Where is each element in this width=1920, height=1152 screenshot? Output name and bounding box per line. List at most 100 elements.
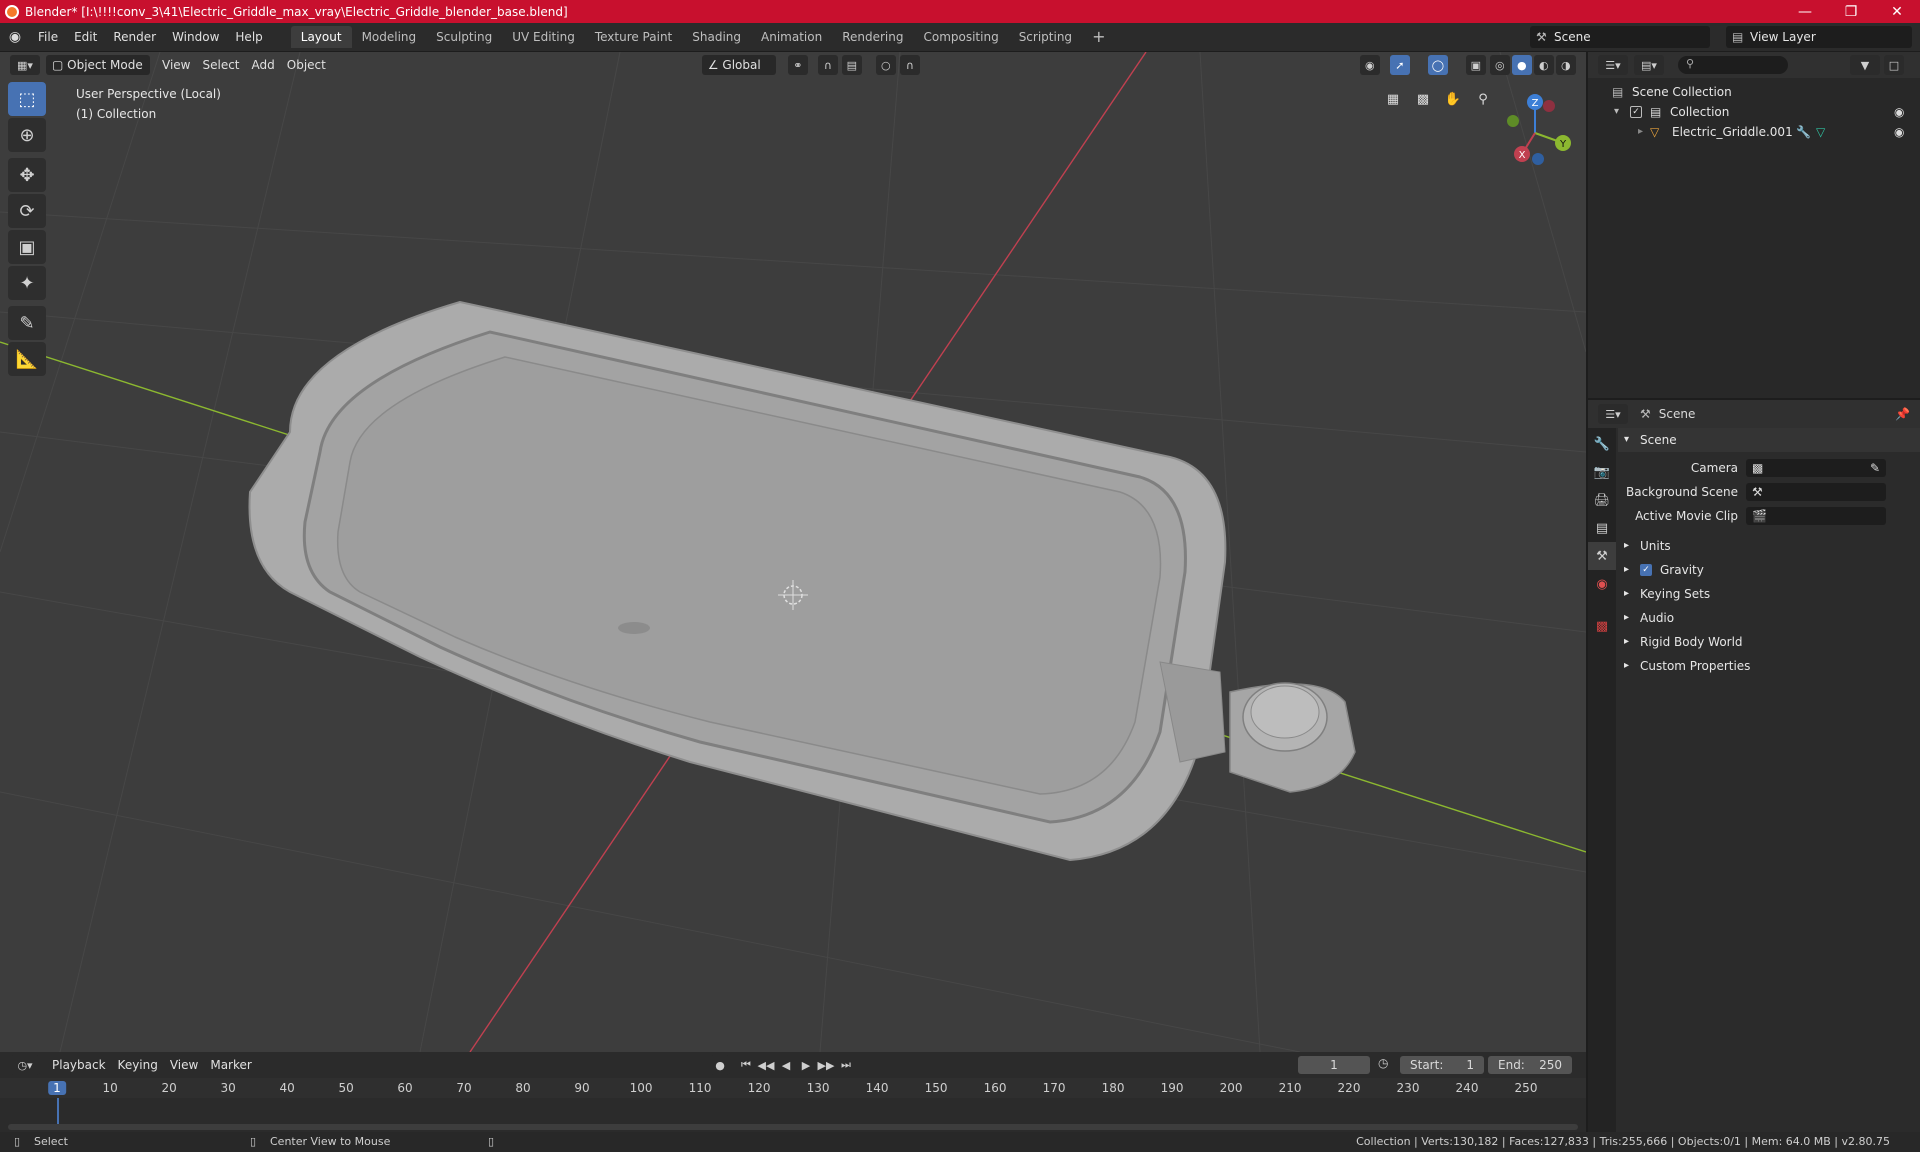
viewport-menu-add[interactable]: Add	[246, 55, 281, 75]
xray-icon[interactable]: ▣	[1465, 55, 1486, 75]
timeline-menu-playback[interactable]: Playback	[46, 1055, 112, 1075]
render-tab-icon[interactable]: 📷	[1588, 458, 1616, 486]
expand-arrow-icon[interactable]: ▸	[1638, 122, 1643, 142]
menu-help[interactable]: Help	[227, 26, 270, 48]
rendered-shading-icon[interactable]: ◑	[1555, 55, 1576, 75]
viewport-menu-object[interactable]: Object	[281, 55, 332, 75]
annotate-tool-icon[interactable]: ✎	[8, 306, 46, 340]
transform-tool-icon[interactable]: ✦	[8, 266, 46, 300]
camera-field[interactable]: ▩ ✎	[1746, 459, 1886, 477]
panel-scene-header[interactable]: ▾ Scene	[1618, 428, 1920, 452]
collection-checkbox[interactable]: ✓	[1630, 106, 1642, 118]
tab-shading[interactable]: Shading	[682, 26, 751, 48]
pan-hand-icon[interactable]: ✋	[1440, 86, 1466, 112]
snap-icon[interactable]: ∩	[817, 55, 838, 75]
world-tab-icon[interactable]: ◉	[1588, 570, 1616, 598]
proportional-edit-icon[interactable]: ○	[875, 55, 896, 75]
timeline-editor-type-icon[interactable]: ◷▾	[10, 1055, 40, 1075]
frame-ruler[interactable]: 1 10 20 30 40 50 60 70 80 90 100 110 120 130 140 150 160…	[0, 1078, 1586, 1098]
panel-gravity[interactable]: ▸ ✓ Gravity	[1618, 558, 1920, 582]
zoom-icon[interactable]: ⚲	[1470, 86, 1496, 112]
panel-keying-sets[interactable]: ▸ Keying Sets	[1618, 582, 1920, 606]
tab-animation[interactable]: Animation	[751, 26, 832, 48]
minimize-icon[interactable]: —	[1782, 0, 1828, 23]
wireframe-shading-icon[interactable]: ◎	[1489, 55, 1510, 75]
expand-arrow-icon[interactable]: ▾	[1614, 102, 1619, 122]
3d-viewport[interactable]: ▦▾ ▢ Object Mode View Select Add Object …	[0, 52, 1586, 1052]
viewport-menu-select[interactable]: Select	[196, 55, 245, 75]
gizmo-toggle-icon[interactable]: ➚	[1389, 55, 1410, 75]
grid-view-icon[interactable]: ▦	[1380, 86, 1406, 112]
tab-sculpting[interactable]: Sculpting	[426, 26, 502, 48]
background-scene-field[interactable]: ⚒	[1746, 483, 1886, 501]
pin-icon[interactable]: 📌	[1895, 407, 1910, 421]
view-layer-tab-icon[interactable]: ▤	[1588, 514, 1616, 542]
view-layer-selector[interactable]: ▤ View Layer	[1726, 26, 1912, 48]
outliner-editor-type-icon[interactable]: ☰▾	[1598, 55, 1628, 75]
timeline-scrollbar[interactable]	[8, 1124, 1578, 1130]
collection-eye-icon[interactable]: ◉	[1894, 102, 1904, 122]
transform-orientation-dropdown[interactable]: ∠ Global	[701, 55, 776, 75]
object-eye-icon[interactable]: ◉	[1894, 122, 1904, 142]
panel-custom-properties[interactable]: ▸ Custom Properties	[1618, 654, 1920, 678]
panel-audio[interactable]: ▸ Audio	[1618, 606, 1920, 630]
jump-end-icon[interactable]: ⏭	[836, 1055, 856, 1075]
falloff-icon[interactable]: ∩	[899, 55, 920, 75]
tab-uv-editing[interactable]: UV Editing	[502, 26, 585, 48]
timeline-menu-view[interactable]: View	[164, 1055, 204, 1075]
overlay-toggle-icon[interactable]: ◯	[1427, 55, 1448, 75]
pivot-point-icon[interactable]: ⚭	[787, 55, 808, 75]
filter-icon[interactable]: ▼	[1850, 55, 1880, 75]
measure-tool-icon[interactable]: 📐	[8, 342, 46, 376]
active-movie-clip-field[interactable]: 🎬	[1746, 507, 1886, 525]
navigation-gizmo[interactable]: Z Y X	[1500, 88, 1580, 168]
viewport-menu-view[interactable]: View	[156, 55, 196, 75]
jump-start-icon[interactable]: ⏮	[736, 1055, 756, 1075]
play-icon[interactable]: ▶	[796, 1055, 816, 1075]
prev-keyframe-icon[interactable]: ◀◀	[756, 1055, 776, 1075]
cursor-tool-icon[interactable]: ⊕	[8, 118, 46, 152]
gravity-checkbox[interactable]: ✓	[1640, 564, 1652, 576]
rotate-tool-icon[interactable]: ⟳	[8, 194, 46, 228]
select-box-tool-icon[interactable]: ⬚	[8, 82, 46, 116]
output-tab-icon[interactable]: 🖨	[1588, 486, 1616, 514]
current-frame-field[interactable]: 1	[1298, 1056, 1370, 1074]
eyedropper-icon[interactable]: ✎	[1870, 456, 1880, 480]
scene-tab-icon[interactable]: ⚒	[1588, 542, 1616, 570]
tab-texture-paint[interactable]: Texture Paint	[585, 26, 682, 48]
timeline-menu-marker[interactable]: Marker	[204, 1055, 257, 1075]
tab-layout[interactable]: Layout	[290, 26, 352, 48]
tab-modeling[interactable]: Modeling	[352, 26, 427, 48]
play-reverse-icon[interactable]: ◀	[776, 1055, 796, 1075]
new-collection-icon[interactable]: □	[1884, 55, 1904, 75]
start-frame-field[interactable]: Start: 1	[1400, 1056, 1484, 1074]
preview-range-clock-icon[interactable]: ◷	[1378, 1056, 1388, 1070]
menu-window[interactable]: Window	[164, 26, 227, 48]
outliner-search-input[interactable]: ⚲	[1678, 56, 1788, 74]
timeline-menu-keying[interactable]: Keying	[112, 1055, 164, 1075]
tab-compositing[interactable]: Compositing	[913, 26, 1008, 48]
tool-tab-icon[interactable]: 🔧	[1588, 430, 1616, 458]
blender-menu-icon[interactable]: ◉	[0, 29, 30, 45]
texture-tab-icon[interactable]: ▩	[1588, 612, 1616, 640]
material-shading-icon[interactable]: ◐	[1533, 55, 1554, 75]
scale-tool-icon[interactable]: ▣	[8, 230, 46, 264]
move-tool-icon[interactable]: ✥	[8, 158, 46, 192]
tab-rendering[interactable]: Rendering	[832, 26, 913, 48]
panel-units[interactable]: ▸ Units	[1618, 534, 1920, 558]
scene-selector[interactable]: ⚒ Scene	[1530, 26, 1710, 48]
add-workspace-icon[interactable]: +	[1082, 26, 1115, 48]
camera-view-icon[interactable]: ▩	[1410, 86, 1436, 112]
outliner-row-object[interactable]: ▸ ▽ Electric_Griddle.001 🔧 ▽ ◉	[1588, 122, 1920, 142]
snap-target-icon[interactable]: ▤	[841, 55, 862, 75]
menu-file[interactable]: File	[30, 26, 66, 48]
record-icon[interactable]: ●	[710, 1055, 730, 1075]
mesh-data-icon[interactable]: ▽	[1816, 122, 1825, 142]
modifier-wrench-icon[interactable]: 🔧	[1796, 122, 1811, 142]
panel-rigid-body-world[interactable]: ▸ Rigid Body World	[1618, 630, 1920, 654]
maximize-icon[interactable]: ❐	[1828, 0, 1874, 23]
solid-shading-icon[interactable]: ●	[1511, 55, 1532, 75]
menu-edit[interactable]: Edit	[66, 26, 105, 48]
editor-type-icon[interactable]: ▦▾	[10, 55, 40, 75]
visibility-icon[interactable]: ◉	[1359, 55, 1380, 75]
